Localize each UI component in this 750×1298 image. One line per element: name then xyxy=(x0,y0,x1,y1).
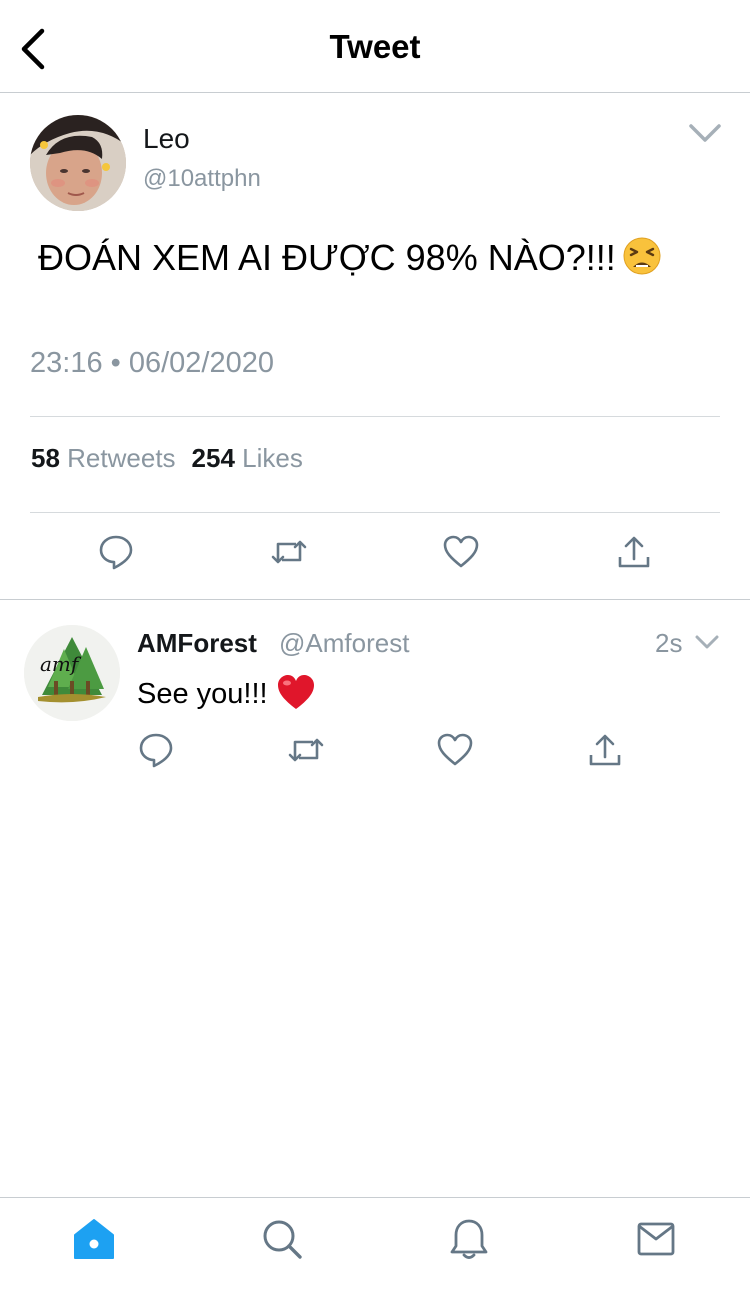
reply-icon xyxy=(99,535,133,570)
reply-time: 2s xyxy=(655,628,683,658)
messages-icon xyxy=(637,1222,675,1256)
tweet-menu-button[interactable] xyxy=(688,121,722,145)
share-icon xyxy=(589,734,621,766)
reply-text-content: See you!!! xyxy=(137,678,268,710)
retweets-label: Retweets xyxy=(67,443,176,473)
likes-stat[interactable]: 254 Likes xyxy=(192,443,303,473)
tweet-stats: 58 Retweets 254 Likes xyxy=(31,443,303,474)
reply-author-handle[interactable]: @Amforest xyxy=(279,628,409,659)
share-icon xyxy=(618,536,650,568)
likes-label: Likes xyxy=(242,443,303,473)
likes-count: 254 xyxy=(191,443,235,473)
red-heart-emoji-icon xyxy=(277,675,314,709)
reply-text: See you!!! xyxy=(137,673,316,711)
retweet-icon xyxy=(271,540,307,564)
chevron-down-icon xyxy=(689,124,721,142)
page-title: Tweet xyxy=(329,28,421,65)
retweet-button[interactable] xyxy=(270,533,308,571)
amforest-logo: amf xyxy=(24,625,120,721)
logo-lettering: amf xyxy=(40,652,82,676)
avatar[interactable] xyxy=(30,115,126,211)
share-button[interactable] xyxy=(586,731,624,769)
divider xyxy=(30,512,720,513)
reply-tweet[interactable]: amf AMForest @Amforest 2s See you!!! xyxy=(0,601,750,801)
reply-author-name[interactable]: AMForest xyxy=(137,628,257,659)
author-name[interactable]: Leo xyxy=(143,123,190,155)
tab-home[interactable] xyxy=(71,1216,117,1262)
avatar[interactable]: amf xyxy=(24,625,120,721)
notifications-icon xyxy=(450,1219,488,1259)
retweets-count: 58 xyxy=(31,443,60,473)
heart-outline-icon xyxy=(443,535,479,568)
reply-button[interactable] xyxy=(137,731,175,769)
tab-bar xyxy=(0,1197,750,1298)
tab-notifications[interactable] xyxy=(446,1216,492,1262)
tab-messages[interactable] xyxy=(633,1216,679,1262)
top-bar: Tweet xyxy=(0,0,750,93)
tab-search[interactable] xyxy=(259,1216,305,1262)
reply-icon xyxy=(139,733,173,768)
author-handle[interactable]: @10attphn xyxy=(143,165,261,193)
main-tweet: Leo @10attphn ĐOÁN XEM AI ĐƯỢC 98% NÀO?!… xyxy=(0,93,750,600)
tweet-text: ĐOÁN XEM AI ĐƯỢC 98% NÀO?!!! xyxy=(38,235,678,281)
search-icon xyxy=(263,1220,302,1259)
reply-actions xyxy=(0,731,750,777)
tweet-actions xyxy=(0,533,750,579)
home-icon xyxy=(74,1219,114,1259)
reply-button[interactable] xyxy=(97,533,135,571)
tweet-timestamp: 23:16 • 06/02/2020 xyxy=(30,347,274,379)
chevron-down-icon xyxy=(695,635,719,649)
tired-face-emoji-icon xyxy=(623,237,661,275)
heart-outline-icon xyxy=(437,733,473,766)
avatar-photo xyxy=(30,115,126,211)
retweet-button[interactable] xyxy=(287,731,325,769)
like-button[interactable] xyxy=(442,533,480,571)
divider xyxy=(30,416,720,417)
reply-menu-button[interactable] xyxy=(694,633,720,653)
share-button[interactable] xyxy=(615,533,653,571)
tweet-text-content: ĐOÁN XEM AI ĐƯỢC 98% NÀO?!!! xyxy=(38,237,616,278)
like-button[interactable] xyxy=(436,731,474,769)
retweets-stat[interactable]: 58 Retweets xyxy=(31,443,176,473)
retweet-icon xyxy=(288,738,324,762)
